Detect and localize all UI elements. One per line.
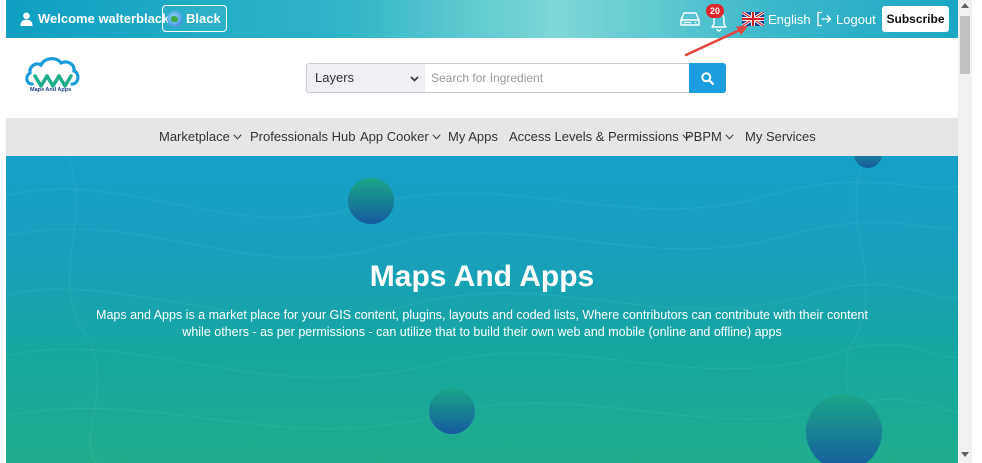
nav-item-label: App Cooker — [360, 129, 429, 144]
nav-item-access-levels[interactable]: Access Levels & Permissions — [509, 129, 691, 144]
nav-item-label: Marketplace — [159, 129, 230, 144]
search-icon — [701, 71, 714, 85]
chevron-down-icon — [725, 133, 734, 140]
logout-icon[interactable] — [816, 11, 832, 27]
annotation-arrow — [684, 26, 748, 57]
nav-item-label: PBPM — [685, 129, 722, 144]
header: Maps And Apps Layers Search for Ingredie… — [6, 38, 958, 118]
page: Welcome walterblack Black 20 English Log… — [0, 0, 982, 463]
theme-button[interactable]: Black — [162, 5, 227, 32]
user-icon — [20, 12, 33, 26]
globe-icon — [167, 10, 183, 27]
language-selector[interactable]: English — [768, 12, 811, 27]
logout-link[interactable]: Logout — [836, 12, 876, 27]
nav-item-marketplace[interactable]: Marketplace — [159, 129, 242, 144]
nav-item-pbpm[interactable]: PBPM — [685, 129, 734, 144]
nav-item-label: My Apps — [448, 129, 498, 144]
decorative-circle — [806, 394, 882, 463]
hero-title: Maps And Apps — [369, 260, 595, 293]
welcome-text: Welcome walterblack — [38, 11, 170, 26]
nav-item-label: My Services — [745, 129, 816, 144]
nav-item-my-services[interactable]: My Services — [745, 129, 816, 144]
category-select[interactable]: Layers — [306, 63, 426, 93]
vertical-scrollbar[interactable] — [958, 0, 972, 463]
decorative-circle — [348, 178, 394, 224]
hero-description: Maps and Apps is a market place for your… — [96, 308, 868, 339]
main-nav: Marketplace Professionals Hub App Cooker… — [6, 118, 958, 156]
scroll-thumb[interactable] — [960, 16, 970, 74]
chevron-down-icon — [410, 76, 419, 82]
decorative-circle — [429, 388, 475, 434]
logo-text: Maps And Apps — [30, 87, 72, 93]
nav-item-label: Access Levels & Permissions — [509, 129, 679, 144]
top-bar: Welcome walterblack Black 20 English Log… — [6, 0, 958, 38]
maps-and-apps-logo[interactable] — [24, 54, 80, 100]
hero-banner: Maps And Apps Maps and Apps is a market … — [6, 156, 958, 463]
scroll-down-arrow-icon[interactable] — [961, 452, 969, 457]
nav-item-professionals-hub[interactable]: Professionals Hub — [250, 129, 356, 144]
scroll-up-arrow-icon[interactable] — [961, 3, 969, 8]
category-select-value: Layers — [315, 70, 355, 85]
chevron-down-icon — [233, 133, 242, 140]
nav-item-my-apps[interactable]: My Apps — [448, 129, 498, 144]
nav-item-app-cooker[interactable]: App Cooker — [360, 129, 441, 144]
chevron-down-icon — [432, 133, 441, 140]
search-input[interactable]: Search for Ingredient — [425, 63, 690, 93]
welcome-user[interactable]: Welcome walterblack — [20, 11, 169, 26]
theme-label: Black — [186, 11, 221, 26]
notification-badge: 20 — [706, 4, 724, 18]
search-button[interactable] — [689, 63, 726, 93]
subscribe-button[interactable]: Subscribe — [882, 6, 949, 32]
nav-item-label: Professionals Hub — [250, 129, 356, 144]
